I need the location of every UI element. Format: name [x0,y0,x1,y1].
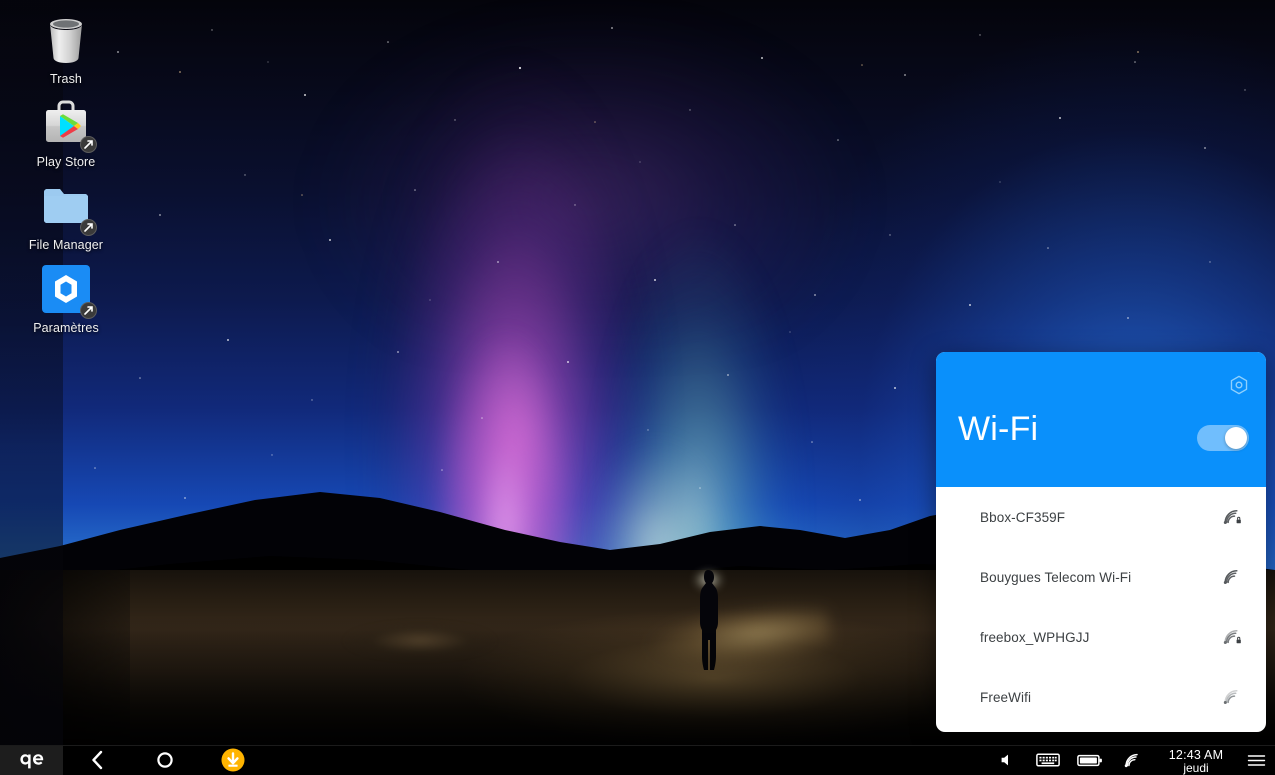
volume-icon[interactable] [987,746,1027,775]
download-arrow-icon [220,747,246,773]
battery-icon[interactable] [1069,746,1111,775]
wallpaper-torch-glow [690,556,736,596]
shortcut-badge-icon [80,219,97,236]
wifi-signal-icon [1220,626,1244,648]
circle-icon [156,751,174,769]
wifi-settings-panel[interactable]: Wi-Fi Bbox-CF359F [936,352,1266,732]
desktop-icon-label: Paramètres [33,321,99,336]
wifi-network-ssid: Bbox-CF359F [980,510,1220,525]
keyboard-icon [1036,752,1060,768]
wallpaper-rock [330,618,510,664]
wifi-status-icon[interactable] [1111,746,1153,775]
hexagon-gear-icon[interactable] [1226,372,1252,398]
desktop-icon-label: Play Store [37,155,96,170]
wallpaper-person-silhouette [694,570,724,672]
settings-gear-icon [40,263,92,315]
shortcut-badge-icon [80,136,97,153]
clock-day: jeudi [1183,762,1208,775]
wifi-signal-icon [1220,686,1244,708]
play-store-icon [40,97,92,149]
taskbar-tray: 12:43 AM jeudi [987,746,1275,775]
wallpaper-aurora-magenta [300,0,730,610]
wifi-network-row[interactable]: FreeWifi [936,667,1266,727]
chevron-left-icon [90,750,105,770]
wifi-network-ssid: freebox_WPHGJJ [980,630,1220,645]
wifi-signal-icon [1220,506,1244,528]
folder-icon [40,180,92,232]
speaker-icon [1000,753,1015,767]
wallpaper-aurora-glow [540,330,770,630]
wifi-network-ssid: FreeWifi [980,690,1220,705]
wifi-toggle-knob [1225,427,1247,449]
wifi-panel-title: Wi-Fi [958,410,1038,449]
trash-can-icon [40,14,92,66]
downloads-button[interactable] [199,746,267,775]
desktop-icon-trash[interactable]: Trash [0,8,132,91]
desktop-icon-label: File Manager [29,238,103,253]
desktop-icon-column: Trash [0,8,132,340]
keyboard-icon[interactable] [1027,746,1069,775]
wifi-signal-icon [1220,566,1244,588]
desktop-icon-play-store[interactable]: Play Store [0,91,132,174]
desktop-icon-parametres[interactable]: Paramètres [0,257,132,340]
taskbar: 12:43 AM jeudi [0,745,1275,774]
back-button[interactable] [63,746,131,775]
clock-time: 12:43 AM [1169,748,1223,762]
desktop-icon-file-manager[interactable]: File Manager [0,174,132,257]
launcher-glyph-icon [19,751,45,769]
app-launcher-logo[interactable] [0,746,63,775]
wallpaper-violet-haze [240,0,940,330]
wallpaper-left-shadow [0,570,130,745]
shortcut-badge-icon [80,302,97,319]
wifi-network-row[interactable]: Bbox-CF359F [936,487,1266,547]
wallpaper-flashlight-beam [566,583,834,696]
overflow-menu[interactable] [1239,746,1273,775]
wifi-panel-header: Wi-Fi [936,352,1266,487]
taskbar-clock[interactable]: 12:43 AM jeudi [1153,746,1239,775]
taskbar-nav [63,746,267,775]
wifi-network-row[interactable]: freebox_WPHGJJ [936,607,1266,667]
wifi-network-ssid: Bouygues Telecom Wi-Fi [980,570,1220,585]
desktop-icon-label: Trash [50,72,82,87]
hamburger-menu-icon [1247,753,1266,768]
home-button[interactable] [131,746,199,775]
wifi-network-row[interactable]: Bouygues Telecom Wi-Fi [936,547,1266,607]
wifi-network-list: Bbox-CF359F Bouygues Teleco [936,487,1266,727]
battery-full-icon [1077,753,1103,768]
wifi-toggle[interactable] [1197,425,1249,451]
wallpaper-aurora-magenta-core [380,200,630,620]
desktop[interactable]: Trash [0,0,1275,745]
wifi-signal-icon [1123,752,1142,769]
wallpaper-aurora-green [520,40,850,640]
